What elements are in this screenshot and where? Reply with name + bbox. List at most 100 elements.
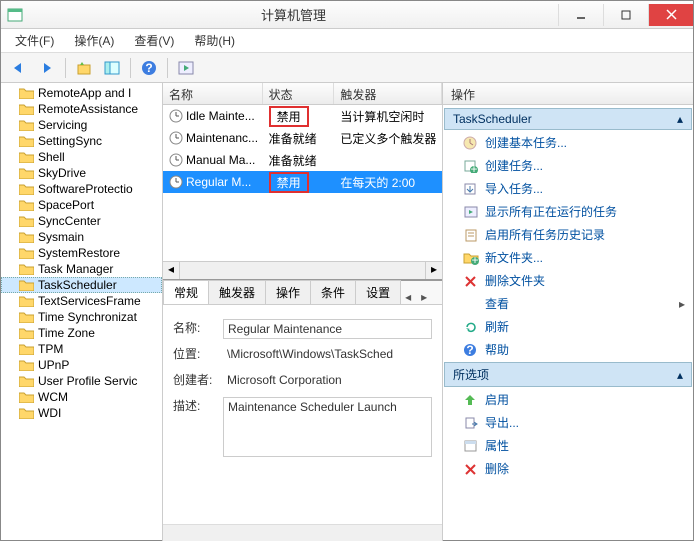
menu-help[interactable]: 帮助(H) [184,30,245,51]
section-selected[interactable]: 所选项▴ [444,362,692,387]
section-taskscheduler[interactable]: TaskScheduler▴ [444,108,692,130]
tree-item-label: Servicing [38,118,87,132]
detail-author-value: Microsoft Corporation [223,371,432,391]
tree-item-label: Task Manager [38,262,113,276]
tree-item[interactable]: Servicing [1,117,162,133]
tab-4[interactable]: 设置 [355,280,401,304]
tree-item[interactable]: TaskScheduler [1,277,162,293]
action-item[interactable]: 删除文件夹 [443,269,693,292]
tree-item[interactable]: User Profile Servic [1,373,162,389]
action-item[interactable]: 刷新 [443,315,693,338]
run-button[interactable] [174,56,198,80]
detail-scrollbar[interactable] [163,524,442,541]
tree-item-label: SpacePort [38,198,94,212]
tree-item[interactable]: SystemRestore [1,245,162,261]
col-name[interactable]: 名称 [163,83,263,104]
up-button[interactable] [72,56,96,80]
action-icon: + [463,159,479,173]
tree-item[interactable]: Shell [1,149,162,165]
tree-item[interactable]: SoftwareProtectio [1,181,162,197]
col-trigger[interactable]: 触发器 [334,83,442,104]
back-button[interactable] [7,56,31,80]
close-button[interactable] [648,4,693,26]
tree-item[interactable]: SyncCenter [1,213,162,229]
minimize-button[interactable] [558,4,603,26]
action-item[interactable]: 显示所有正在运行的任务 [443,200,693,223]
actions-panel: 操作 TaskScheduler▴创建基本任务...+创建任务... 导入任务..… [443,83,693,541]
action-icon [463,297,479,311]
cell-status: 禁用 [263,106,335,127]
title-bar: 计算机管理 [1,1,693,29]
menu-view[interactable]: 查看(V) [124,30,184,51]
action-label: 显示所有正在运行的任务 [485,203,617,220]
detail-name-value[interactable]: Regular Maintenance [223,319,432,339]
task-scrollbar[interactable]: ◂ ▸ [163,261,442,279]
action-label: 删除 [485,460,509,477]
tree-item[interactable]: Time Zone [1,325,162,341]
menu-file[interactable]: 文件(F) [5,30,64,51]
tree-item[interactable]: RemoteApp and I [1,85,162,101]
cell-name: Idle Mainte... [163,109,263,123]
task-list-header: 名称 状态 触发器 [163,83,442,105]
action-label: 导入任务... [485,180,543,197]
tab-3[interactable]: 条件 [310,280,356,304]
action-item[interactable]: ?帮助 [443,338,693,361]
tree-item[interactable]: TextServicesFrame [1,293,162,309]
col-status[interactable]: 状态 [263,83,335,104]
tree-item[interactable]: TPM [1,341,162,357]
action-item[interactable]: 启用所有任务历史记录 [443,223,693,246]
tab-2[interactable]: 操作 [265,280,311,304]
task-row[interactable]: Maintenanc...准备就绪已定义多个触发器 [163,127,442,149]
action-icon [463,462,479,476]
forward-button[interactable] [35,56,59,80]
help-toolbar-button[interactable]: ? [137,56,161,80]
tree-item[interactable]: Task Manager [1,261,162,277]
tree-item[interactable]: WCM [1,389,162,405]
task-row[interactable]: Regular M...禁用在每天的 2:00 [163,171,442,193]
action-icon [463,416,479,430]
cell-status: 准备就绪 [263,152,335,169]
tab-1[interactable]: 触发器 [208,280,266,304]
action-icon: + [463,251,479,265]
maximize-button[interactable] [603,4,648,26]
panel-button[interactable] [100,56,124,80]
detail-desc-value[interactable]: Maintenance Scheduler Launch [223,397,432,457]
cell-name: Manual Ma... [163,153,263,167]
action-item[interactable]: 启用 [443,388,693,411]
tree-item-label: SoftwareProtectio [38,182,133,196]
tree-item[interactable]: Time Synchronizat [1,309,162,325]
action-item[interactable]: 删除 [443,457,693,480]
action-item[interactable]: +创建任务... [443,154,693,177]
detail-desc-label: 描述: [173,397,223,457]
tree-item-label: RemoteApp and I [38,86,131,100]
tree-item[interactable]: RemoteAssistance [1,101,162,117]
tree-panel[interactable]: RemoteApp and IRemoteAssistanceServicing… [1,83,163,541]
action-icon [463,393,479,407]
tab-scroll-left[interactable]: ◂ [400,290,416,304]
task-detail: 常规触发器操作条件设置◂▸ 名称: Regular Maintenance 位置… [163,281,442,541]
tree-item[interactable]: SettingSync [1,133,162,149]
action-item[interactable]: 创建基本任务... [443,131,693,154]
tree-item-label: UPnP [38,358,69,372]
tab-0[interactable]: 常规 [163,280,209,304]
tree-item[interactable]: SpacePort [1,197,162,213]
task-row[interactable]: Idle Mainte...禁用当计算机空闲时 [163,105,442,127]
tree-item[interactable]: SkyDrive [1,165,162,181]
action-icon [463,228,479,242]
action-item[interactable]: 查看▸ [443,292,693,315]
svg-text:?: ? [145,61,152,75]
svg-text:?: ? [466,343,473,357]
menu-action[interactable]: 操作(A) [64,30,124,51]
task-row[interactable]: Manual Ma...准备就绪 [163,149,442,171]
action-item[interactable]: 属性 [443,434,693,457]
actions-title: 操作 [443,83,693,105]
action-item[interactable]: +新文件夹... [443,246,693,269]
tab-scroll-right[interactable]: ▸ [416,290,432,304]
tree-item-label: User Profile Servic [38,374,137,388]
tree-item-label: SyncCenter [38,214,101,228]
tree-item[interactable]: Sysmain [1,229,162,245]
action-item[interactable]: 导入任务... [443,177,693,200]
tree-item[interactable]: WDI [1,405,162,421]
action-item[interactable]: 导出... [443,411,693,434]
tree-item[interactable]: UPnP [1,357,162,373]
